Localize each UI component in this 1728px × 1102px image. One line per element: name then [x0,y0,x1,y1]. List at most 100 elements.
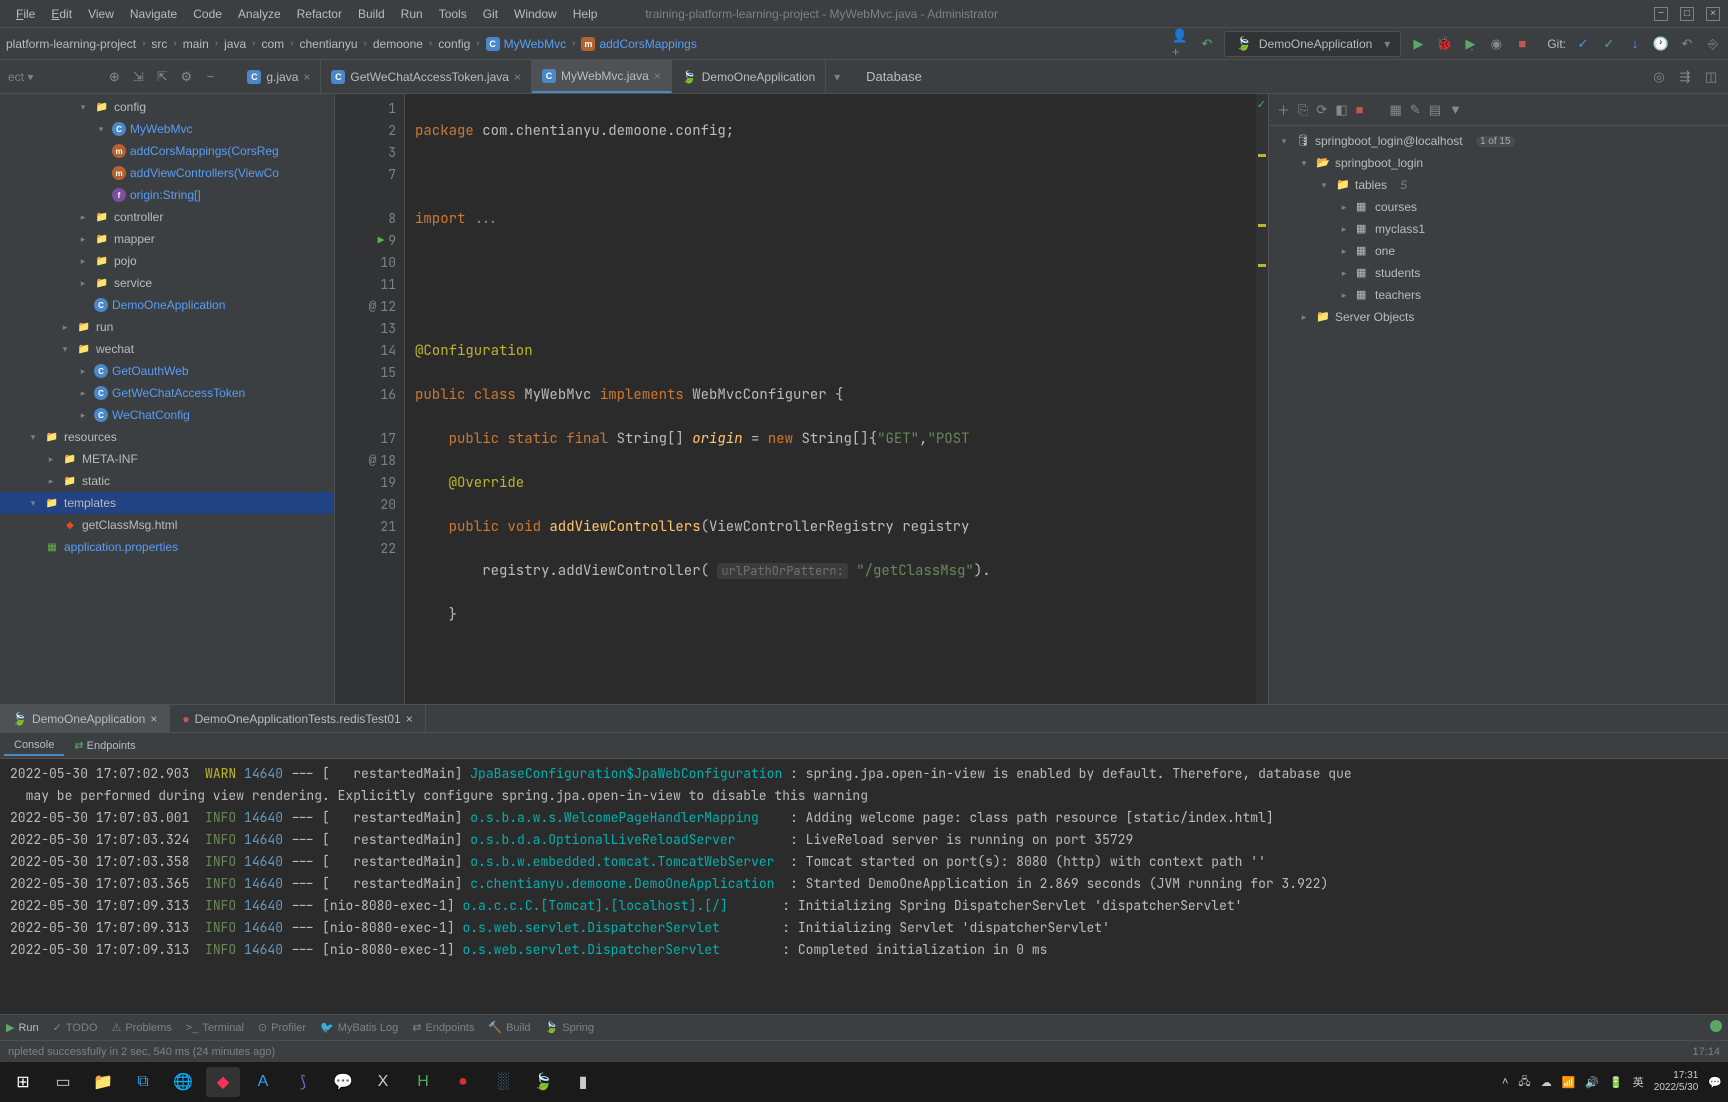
tool-problems[interactable]: ⚠Problems [111,1021,171,1034]
console-output[interactable]: 2022-05-30 17:07:02.903 WARN 14640 --- [… [0,759,1728,1014]
close-icon[interactable]: × [406,712,413,726]
crumb-src[interactable]: src [151,37,167,51]
app-leaf-icon[interactable]: 🍃 [526,1067,560,1097]
tree-demooneapp[interactable]: CDemoOneApplication [0,294,334,316]
tree-metainf[interactable]: ▸📁META-INF [0,448,334,470]
tray-clock[interactable]: 17:31 2022/5/30 [1654,1070,1699,1094]
tab-g-java[interactable]: C g.java × [237,60,321,93]
close-tab-icon[interactable]: × [303,70,310,84]
edge-icon[interactable]: 🌐 [166,1067,200,1097]
tool-run[interactable]: ▶Run [6,1021,39,1034]
collapse-all-icon[interactable]: ⇱ [153,68,171,86]
crumb-main[interactable]: main [183,37,209,51]
tool-build[interactable]: 🔨Build [488,1021,530,1034]
crumb-root[interactable]: platform-learning-project [6,37,136,51]
menu-git[interactable]: Git [475,3,506,25]
editor[interactable]: 1 2 3 7 8 ▶9 10 11 @12 13 14 15 16 17 @1… [335,94,1268,704]
tray-notifications-icon[interactable]: 💬 [1708,1076,1722,1089]
crumb-demoone[interactable]: demoone [373,37,423,51]
crumb-method[interactable]: addCorsMappings [599,37,696,51]
menu-run[interactable]: Run [393,3,431,25]
crumb-config[interactable]: config [438,37,470,51]
reader-mode-icon[interactable]: ◎ [1650,68,1668,86]
menu-code[interactable]: Code [185,3,230,25]
tab-getwechat[interactable]: C GetWeChatAccessToken.java × [321,60,532,93]
tree-appprops[interactable]: ▦application.properties [0,536,334,558]
tool-endpoints[interactable]: ⇄Endpoints [412,1021,474,1034]
wrap-icon[interactable]: ⇶ [1676,68,1694,86]
debug-button[interactable]: 🐞 [1435,35,1453,53]
tree-config[interactable]: ▾📁config [0,96,334,118]
menu-tools[interactable]: Tools [431,3,475,25]
close-icon[interactable]: × [1706,7,1720,21]
tool-todo[interactable]: ✓TODO [53,1021,98,1034]
coverage-button[interactable]: ▶̣ [1461,35,1479,53]
tree-field-origin[interactable]: forigin:String[] [0,184,334,206]
app-purple-icon[interactable]: ⟆ [286,1067,320,1097]
chat-icon[interactable]: 💬 [326,1067,360,1097]
git-update-icon[interactable]: ↓ [1626,35,1644,53]
tool-terminal[interactable]: >_Terminal [186,1022,244,1034]
tool-profiler[interactable]: ⊙Profiler [258,1021,306,1034]
menu-window[interactable]: Window [506,3,565,25]
app-blue-icon[interactable]: ░ [486,1067,520,1097]
db-table-students[interactable]: ▸▦students [1269,262,1728,284]
tree-service[interactable]: ▸📁service [0,272,334,294]
menu-edit[interactable]: Edit [43,3,80,25]
menu-view[interactable]: View [80,3,122,25]
tab-demooneapp[interactable]: 🍃 DemoOneApplication [672,60,826,93]
explorer-icon[interactable]: 📁 [86,1067,120,1097]
tree-controller[interactable]: ▸📁controller [0,206,334,228]
split-icon[interactable]: ◫ [1702,68,1720,86]
db-table-myclass1[interactable]: ▸▦myclass1 [1269,218,1728,240]
tool-spring[interactable]: 🍃Spring [545,1021,595,1034]
stop-icon[interactable]: ◧ [1335,102,1347,118]
crumb-class[interactable]: MyWebMvc [504,37,566,51]
tree-method-addview[interactable]: maddViewControllers(ViewCo [0,162,334,184]
runtab-tests[interactable]: ● DemoOneApplicationTests.redisTest01 × [170,705,425,732]
tree-resources[interactable]: ▾📁resources [0,426,334,448]
gutter[interactable]: 1 2 3 7 8 ▶9 10 11 @12 13 14 15 16 17 @1… [335,94,405,704]
code-area[interactable]: package com.chentianyu.demoone.config; i… [405,94,1268,704]
db-schema[interactable]: ▾📂springboot_login [1269,152,1728,174]
tray-battery-icon[interactable]: 🔋 [1609,1076,1623,1089]
db-server-objects[interactable]: ▸📁Server Objects [1269,306,1728,328]
tree-run[interactable]: ▸📁run [0,316,334,338]
db-root[interactable]: ▾🛢springboot_login@localhost 1 of 15 [1269,130,1728,152]
tree-pojo[interactable]: ▸📁pojo [0,250,334,272]
duplicate-icon[interactable]: ⎘ [1298,102,1308,118]
tray-up-icon[interactable]: ˄ [1502,1076,1508,1088]
menu-build[interactable]: Build [350,3,393,25]
tray-cloud-icon[interactable]: ☁ [1541,1076,1552,1089]
tree-method-addcors[interactable]: maddCorsMappings(CorsReg [0,140,334,162]
edit-icon[interactable]: ✎ [1410,102,1421,118]
git-push-icon[interactable]: ✓ [1600,35,1618,53]
minimize-icon[interactable]: − [1654,7,1668,21]
inspection-strip[interactable]: ✓ [1256,94,1268,704]
tree-wcconfig[interactable]: ▸CWeChatConfig [0,404,334,426]
crumb-java[interactable]: java [224,37,246,51]
git-rollback-icon[interactable]: ↶ [1678,35,1696,53]
db-table-one[interactable]: ▸▦one [1269,240,1728,262]
git-history-icon[interactable]: 🕐 [1652,35,1670,53]
stop-button[interactable]: ■ [1513,35,1531,53]
tree-mapper[interactable]: ▸📁mapper [0,228,334,250]
add-datasource-icon[interactable]: ＋ [1277,100,1290,119]
close-icon[interactable]: × [150,712,157,726]
tray-volume-icon[interactable]: 🔊 [1585,1076,1599,1089]
select-target-icon[interactable]: ⊕ [105,68,123,86]
tab-overflow[interactable]: ▾ [826,60,848,93]
close-tab-icon[interactable]: × [514,70,521,84]
tree-gettoken[interactable]: ▸CGetWeChatAccessToken [0,382,334,404]
terminal-icon[interactable]: ▮ [566,1067,600,1097]
crumb-com[interactable]: com [261,37,284,51]
idea-icon[interactable]: ◆ [206,1067,240,1097]
console-icon[interactable]: ▤ [1429,102,1441,118]
ctab-endpoints[interactable]: ⇄ Endpoints [64,736,145,755]
maximize-icon[interactable]: □ [1680,7,1694,21]
profiler-button[interactable]: ◉ [1487,35,1505,53]
menu-refactor[interactable]: Refactor [289,3,350,25]
tree-getclassmsg[interactable]: ◆getClassMsg.html [0,514,334,536]
menu-navigate[interactable]: Navigate [122,3,185,25]
tab-mywebmvc[interactable]: C MyWebMvc.java × [532,60,672,93]
